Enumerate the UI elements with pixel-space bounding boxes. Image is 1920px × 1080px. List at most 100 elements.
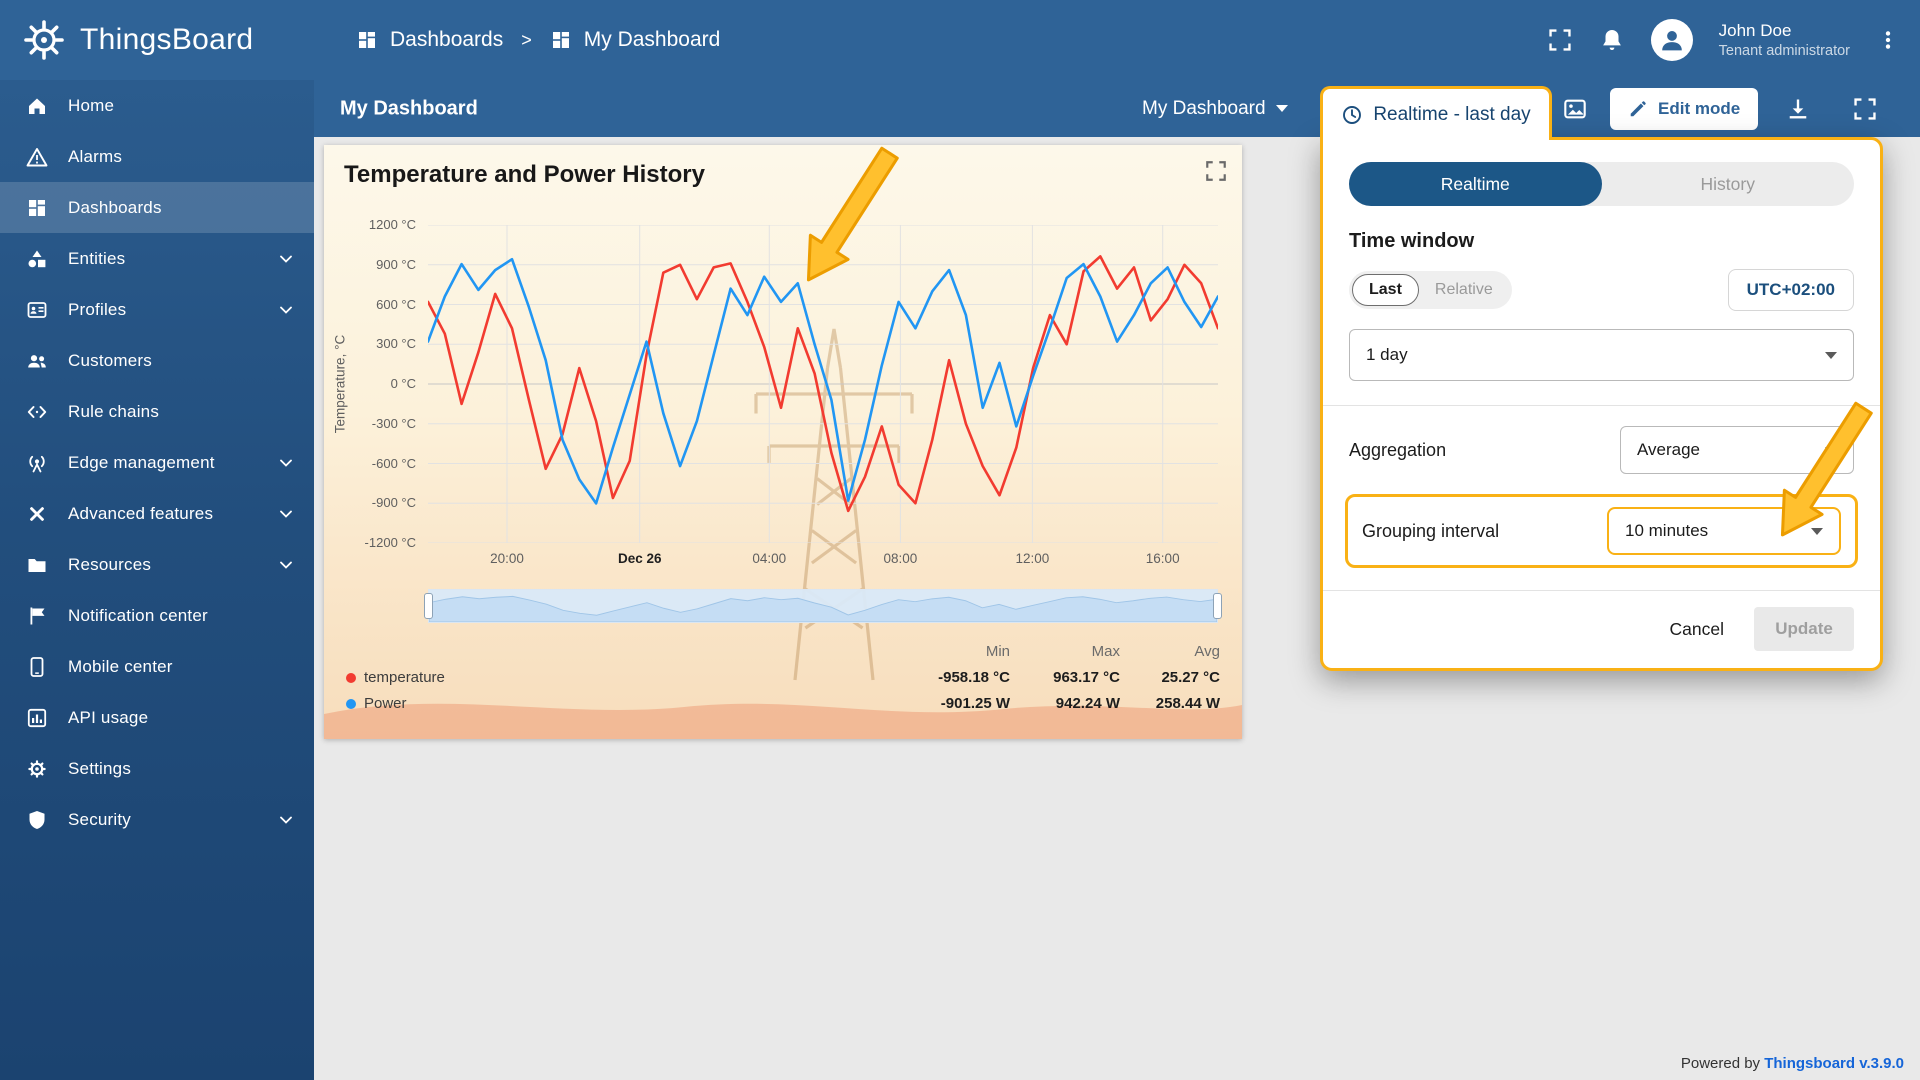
kebab-menu-icon[interactable]: [1876, 28, 1900, 52]
breadcrumb-separator: >: [521, 30, 532, 51]
x-axis-ticks: 20:00Dec 2604:0008:0012:0016:00: [428, 551, 1218, 571]
user-name: John Doe: [1719, 20, 1850, 42]
edge-management-icon: [26, 452, 50, 474]
toggle-relative[interactable]: Relative: [1419, 274, 1509, 306]
breadcrumb-dashboards[interactable]: Dashboards: [356, 28, 503, 52]
time-range-slider[interactable]: [428, 589, 1218, 623]
sidebar-item-customers[interactable]: Customers: [0, 335, 314, 386]
sidebar-item-mobile-center[interactable]: Mobile center: [0, 641, 314, 692]
sidebar-item-label: Entities: [68, 249, 125, 269]
y-axis-tick: 600 °C: [376, 296, 416, 314]
sidebar-item-home[interactable]: Home: [0, 80, 314, 131]
interval-select[interactable]: 1 day: [1349, 329, 1854, 381]
sidebar-item-notification-center[interactable]: Notification center: [0, 590, 314, 641]
home-icon: [26, 95, 50, 117]
timewindow-button[interactable]: Realtime - last day: [1320, 86, 1552, 140]
image-export-icon[interactable]: [1562, 96, 1588, 122]
powered-by-text: Powered by: [1681, 1055, 1760, 1072]
user-avatar[interactable]: [1651, 19, 1693, 61]
sidebar-item-label: Notification center: [68, 606, 208, 626]
edit-mode-button[interactable]: Edit mode: [1610, 88, 1758, 130]
legend-key-temperature[interactable]: temperature: [346, 669, 860, 686]
sidebar-item-label: Resources: [68, 555, 151, 575]
legend-value: 942.24 W: [1010, 695, 1120, 712]
advanced-features-icon: [26, 503, 50, 525]
sidebar-item-settings[interactable]: Settings: [0, 743, 314, 794]
sidebar-item-profiles[interactable]: Profiles: [0, 284, 314, 335]
sidebar-item-resources[interactable]: Resources: [0, 539, 314, 590]
y-axis-tick: -900 °C: [372, 494, 416, 512]
legend-value: -901.25 W: [860, 695, 1010, 712]
series-color-dot: [346, 699, 356, 709]
app-header: ThingsBoard Dashboards > My Dashboard Jo…: [0, 0, 1920, 80]
app-logo[interactable]: ThingsBoard: [0, 18, 314, 62]
sidebar-item-alarms[interactable]: Alarms: [0, 131, 314, 182]
breadcrumb-label: My Dashboard: [584, 28, 721, 52]
toggle-last[interactable]: Last: [1352, 274, 1419, 306]
sidebar-item-advanced-features[interactable]: Advanced features: [0, 488, 314, 539]
slider-handle-left[interactable]: [424, 593, 433, 619]
y-axis-tick: 900 °C: [376, 256, 416, 274]
notification-center-icon: [26, 605, 50, 627]
fullscreen-icon[interactable]: [1547, 27, 1573, 53]
timewindow-popup: Realtime History Time window Last Relati…: [1320, 137, 1883, 671]
sidebar: HomeAlarms Dashboards Entities ProfilesCust…: [0, 80, 314, 1080]
y-axis-tick: 1200 °C: [369, 216, 416, 234]
legend-value: -958.18 °C: [860, 669, 1010, 686]
customers-icon: [26, 350, 50, 372]
y-axis-tick: 0 °C: [391, 375, 416, 393]
version-link[interactable]: Thingsboard v.3.9.0: [1764, 1055, 1904, 1072]
timewindow-label: Realtime - last day: [1373, 104, 1530, 126]
y-axis-tick: 300 °C: [376, 335, 416, 353]
time-window-heading: Time window: [1349, 230, 1854, 253]
dashboards-icon: [26, 197, 50, 219]
chart-legend: MinMaxAvgtemperature-958.18 °C963.17 °C2…: [346, 643, 1220, 712]
y-axis-tick: -300 °C: [372, 415, 416, 433]
dashboard-fullscreen-icon[interactable]: [1852, 96, 1878, 122]
chevron-down-icon: [280, 816, 292, 824]
user-role: Tenant administrator: [1719, 42, 1850, 61]
sidebar-item-dashboards[interactable]: Dashboards: [0, 182, 314, 233]
page-title: My Dashboard: [340, 97, 478, 120]
tab-history[interactable]: History: [1602, 162, 1855, 206]
chevron-down-icon: [280, 561, 292, 569]
cancel-button[interactable]: Cancel: [1670, 619, 1724, 640]
chevron-down-icon: [280, 306, 292, 314]
chevron-down-icon: [1825, 447, 1837, 454]
update-button[interactable]: Update: [1754, 607, 1854, 651]
grouping-interval-row: Grouping interval 10 minutes: [1345, 494, 1858, 568]
grouping-interval-select[interactable]: 10 minutes: [1607, 507, 1841, 555]
sidebar-item-label: Edge management: [68, 453, 215, 473]
sidebar-item-label: Rule chains: [68, 402, 159, 422]
breadcrumb-my-dashboard[interactable]: My Dashboard: [550, 28, 721, 52]
legend-value: 258.44 W: [1120, 695, 1220, 712]
divider: [1323, 590, 1880, 591]
user-info: John Doe Tenant administrator: [1719, 20, 1850, 61]
content-area: My Dashboard My Dashboard Edit mode: [314, 80, 1920, 1080]
dashboard-icon: [550, 29, 572, 51]
aggregation-select[interactable]: Average: [1620, 426, 1854, 474]
widget-fullscreen-icon[interactable]: [1204, 159, 1228, 183]
sidebar-item-rule-chains[interactable]: Rule chains: [0, 386, 314, 437]
sidebar-item-api-usage[interactable]: API usage: [0, 692, 314, 743]
sidebar-item-label: Security: [68, 810, 131, 830]
settings-icon: [26, 758, 50, 780]
sidebar-item-edge-management[interactable]: Edge management: [0, 437, 314, 488]
resources-icon: [26, 554, 50, 576]
sidebar-item-security[interactable]: Security: [0, 794, 314, 845]
chevron-down-icon: [1276, 105, 1288, 112]
dashboard-state-selector[interactable]: My Dashboard: [1142, 98, 1288, 120]
tab-realtime[interactable]: Realtime: [1349, 162, 1602, 206]
download-icon[interactable]: [1785, 96, 1811, 122]
powered-by: Powered by Thingsboard v.3.9.0: [1681, 1055, 1904, 1072]
sidebar-item-label: Dashboards: [68, 198, 162, 218]
notifications-bell-icon[interactable]: [1599, 27, 1625, 53]
rule-chains-icon: [26, 401, 50, 423]
chart-plot-area: [428, 225, 1218, 543]
sidebar-item-label: Settings: [68, 759, 131, 779]
sidebar-item-entities[interactable]: Entities: [0, 233, 314, 284]
y-axis-tick: -600 °C: [372, 455, 416, 473]
timezone-button[interactable]: UTC+02:00: [1728, 269, 1854, 311]
legend-key-power[interactable]: Power: [346, 695, 860, 712]
slider-handle-right[interactable]: [1213, 593, 1222, 619]
